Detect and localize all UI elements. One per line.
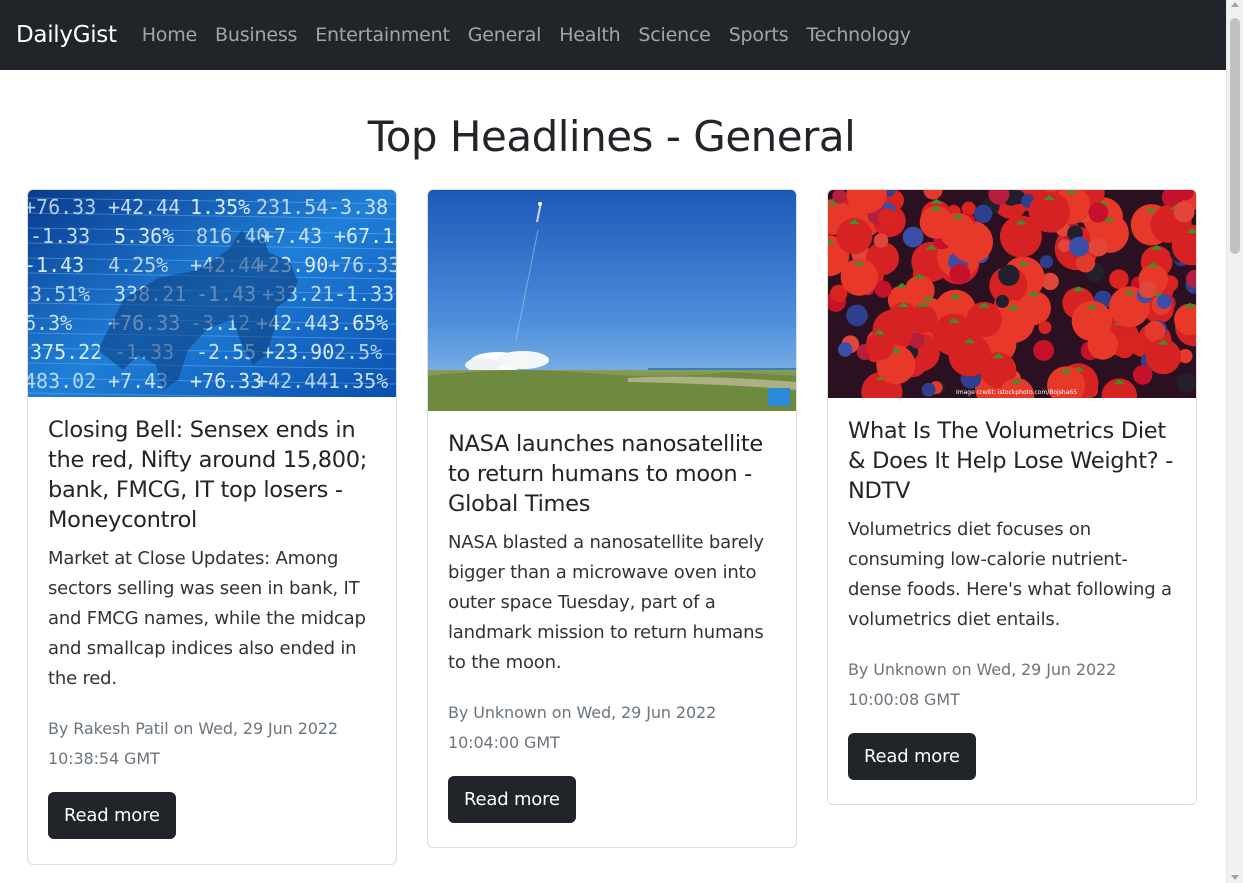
berry-shape [949, 263, 971, 285]
berry-shape [1132, 365, 1153, 385]
card-body: Closing Bell: Sensex ends in the red, Ni… [28, 397, 396, 859]
berry-shape [865, 332, 894, 361]
news-card: NASA launches nanosatellite to return hu… [427, 189, 797, 848]
berry-shape [874, 280, 892, 298]
ticker-value: 1.35% [328, 369, 388, 393]
berry-shape [1088, 202, 1109, 223]
berry-shape [1176, 373, 1196, 393]
ticker-value: 231.54 [256, 195, 328, 219]
ticker-value: -1.33 [30, 224, 90, 248]
card-image-berries: Image credit: istockphoto.com/Bojsha65 [828, 190, 1196, 398]
berry-shape [878, 208, 897, 228]
card-time: 10:04:00 GMT [448, 733, 560, 752]
image-credit: Image credit: istockphoto.com/Bojsha65 [956, 389, 1077, 396]
nav-link-general[interactable]: General [459, 24, 550, 46]
ticker-value: +67.12 [334, 224, 396, 248]
nav-link-home[interactable]: Home [133, 24, 206, 46]
news-card: +76.33 +42.44 1.35% 231.54 -3.38 -1.33 5.36% 81… [27, 189, 397, 865]
berry-shape [1109, 269, 1129, 289]
ticker-value: 1.35% [190, 195, 250, 219]
nav-link-health[interactable]: Health [550, 24, 629, 46]
ticker-value: 3.65% [328, 311, 388, 335]
nav-link-business[interactable]: Business [206, 24, 306, 46]
ticker-value: +76.33 [190, 369, 262, 393]
card-author-date: By Rakesh Patil on Wed, 29 Jun 2022 [48, 719, 339, 738]
card-description: Market at Close Updates: Among sectors s… [48, 548, 366, 689]
nav-link-sports[interactable]: Sports [720, 24, 798, 46]
ticker-value: -3.38 [328, 195, 388, 219]
card-description: Volumetrics diet focuses on consuming lo… [848, 519, 1172, 630]
page-title: Top Headlines - General [367, 112, 856, 161]
ticker-value: +42.44 [256, 369, 328, 393]
scroll-up-arrow-icon[interactable] [1231, 2, 1239, 7]
berry-shape [998, 264, 1020, 286]
berry-shape [1058, 239, 1071, 253]
ticker-value: -1.33 [334, 282, 394, 306]
nav-link-entertainment[interactable]: Entertainment [306, 24, 459, 46]
top-navbar: DailyGist Home Business Entertainment Ge… [0, 0, 1226, 70]
card-title: NASA launches nanosatellite to return hu… [448, 431, 763, 517]
card-author-date: By Unknown on Wed, 29 Jun 2022 [448, 703, 717, 722]
berry-shape [1018, 295, 1036, 313]
card-title: Closing Bell: Sensex ends in the red, Ni… [48, 417, 368, 533]
card-body: What Is The Volumetrics Diet & Does It H… [828, 398, 1196, 800]
berry-shape [1173, 201, 1195, 223]
card-time: 10:00:08 GMT [848, 690, 960, 709]
read-more-button[interactable]: Read more [48, 792, 176, 839]
berry-shape [908, 304, 938, 334]
page-scrollbar[interactable] [1226, 0, 1243, 883]
ticker-value: 2.5% [334, 340, 382, 364]
berry-shape [1069, 236, 1090, 257]
ticker-value: 375.22 [30, 340, 102, 364]
scrollbar-thumb[interactable] [1230, 18, 1240, 254]
ticker-value: +76.33 [28, 195, 96, 219]
berry-shape [873, 233, 889, 248]
card-meta: By Unknown on Wed, 29 Jun 2022 10:04:00 … [448, 698, 776, 758]
berry-shape [1156, 294, 1172, 309]
ticker-value: +76.33 [328, 253, 396, 277]
berry-shape [1116, 333, 1139, 355]
nav-link-technology[interactable]: Technology [797, 24, 919, 46]
berry-shape [921, 382, 936, 397]
card-meta: By Rakesh Patil on Wed, 29 Jun 2022 10:3… [48, 714, 376, 774]
read-more-button[interactable]: Read more [448, 776, 576, 823]
berry-shape [1038, 321, 1052, 334]
card-time: 10:38:54 GMT [48, 749, 160, 768]
berry-shape [1138, 280, 1157, 299]
ticker-value: 6.3% [28, 311, 72, 335]
card-description: NASA blasted a nanosatellite barely bigg… [448, 532, 764, 673]
ticker-value: +7.43 [262, 224, 322, 248]
ticker-value: 3.51% [30, 282, 90, 306]
nav-links: Home Business Entertainment General Heal… [133, 24, 920, 46]
berry-shape [1039, 255, 1053, 269]
berry-shape [995, 294, 1009, 308]
nav-link-science[interactable]: Science [629, 24, 719, 46]
ticker-value: 5.36% [114, 224, 174, 248]
berry-shape [973, 204, 993, 224]
scroll-down-arrow-icon[interactable] [1231, 875, 1239, 880]
ticker-value: -1.43 [28, 253, 84, 277]
read-more-button[interactable]: Read more [848, 733, 976, 780]
ticker-value: 4.25% [108, 253, 168, 277]
card-image-stock-market: +76.33 +42.44 1.35% 231.54 -3.38 -1.33 5.36% 81… [28, 190, 396, 397]
card-title: What Is The Volumetrics Diet & Does It H… [848, 418, 1174, 504]
berry-shape [1144, 320, 1166, 342]
berry-shape [838, 342, 853, 357]
ticker-value: +23.90 [262, 340, 334, 364]
berry-shape [902, 226, 924, 248]
berry-shape [1087, 238, 1105, 256]
news-card: Image credit: istockphoto.com/Bojsha65 W… [827, 189, 1197, 805]
card-body: NASA launches nanosatellite to return hu… [428, 411, 796, 843]
berry-shape [846, 304, 868, 327]
card-author-date: By Unknown on Wed, 29 Jun 2022 [848, 660, 1117, 679]
brand-logo[interactable]: DailyGist [16, 22, 117, 48]
card-meta: By Unknown on Wed, 29 Jun 2022 10:00:08 … [848, 655, 1176, 715]
ticker-value: 483.02 [28, 369, 96, 393]
berry-shape [1033, 339, 1055, 361]
ticker-value: +42.44 [108, 195, 180, 219]
card-image-rocket-launch [428, 190, 796, 411]
